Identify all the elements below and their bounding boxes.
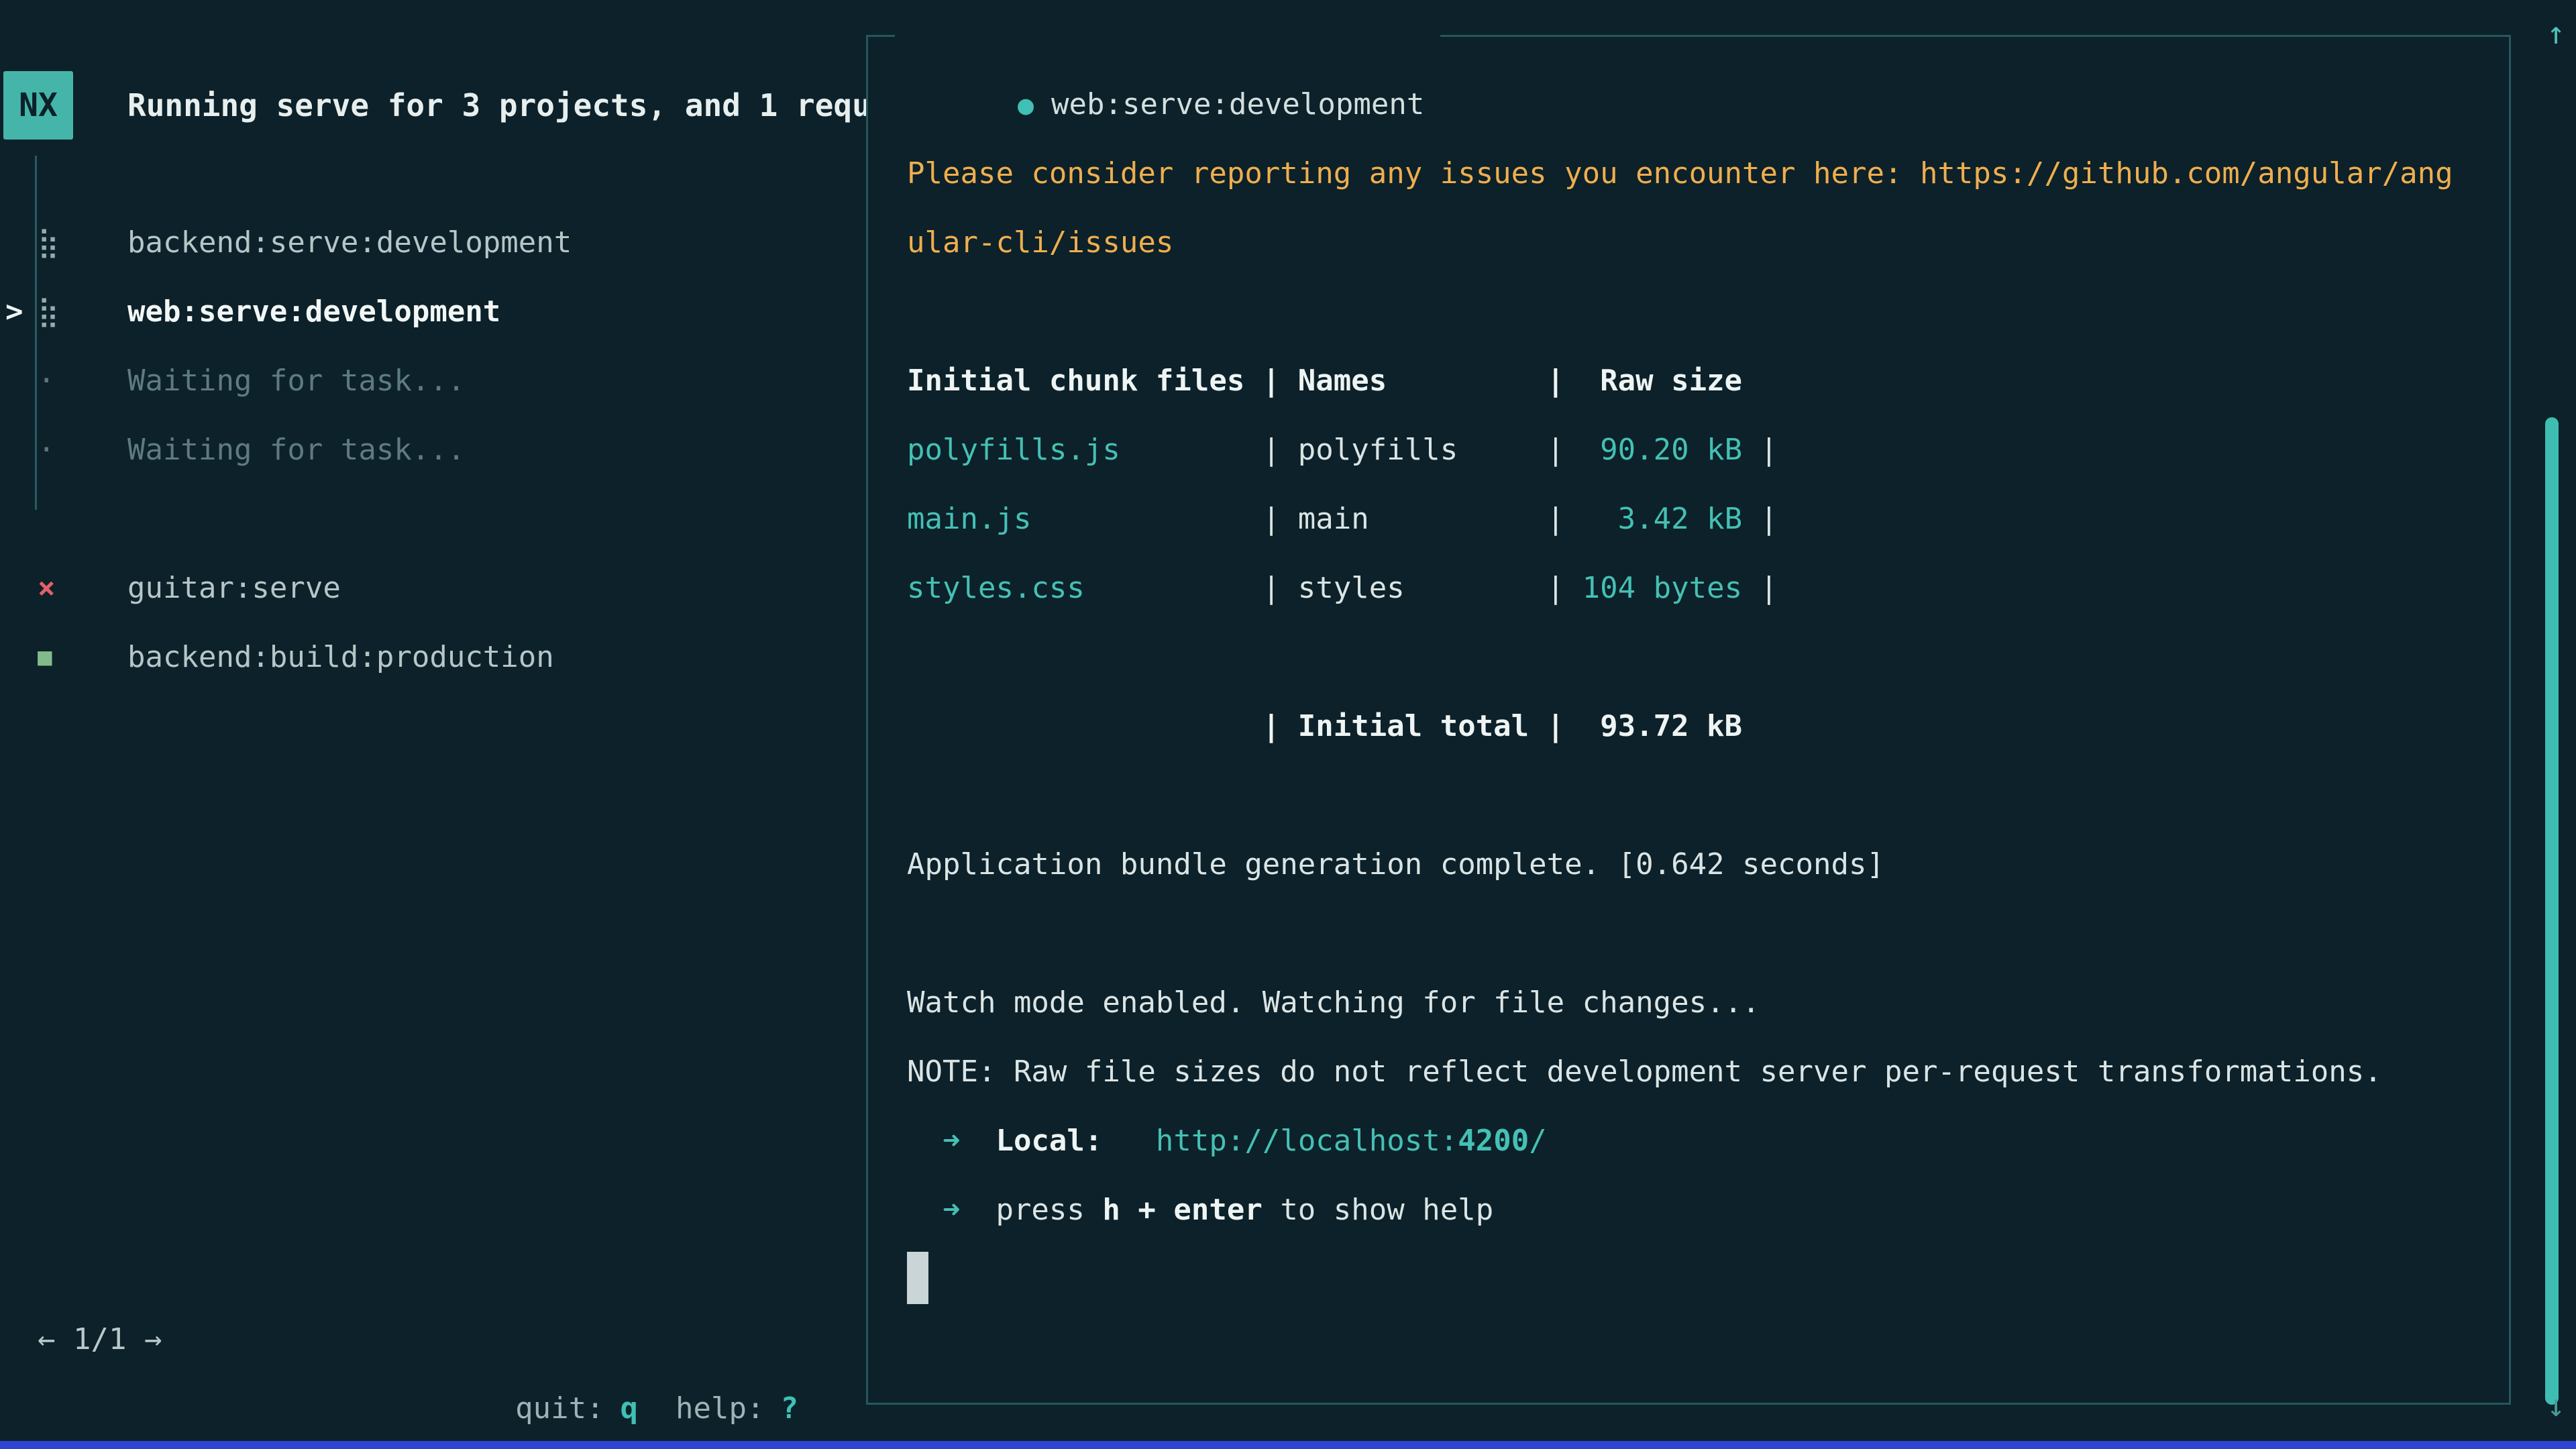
- panel-title: ●web:serve:development: [895, 2, 1440, 70]
- output-segment: |: [1547, 571, 1582, 605]
- quit-label: quit:: [515, 1391, 604, 1426]
- output-segment: |: [1742, 433, 1778, 467]
- output-segment: Application bundle generation complete. …: [907, 847, 1884, 881]
- sidebar-title: Running serve for 3 projects, and 1 requ: [127, 71, 871, 140]
- output-line: [907, 1244, 2489, 1313]
- output-line: Initial chunk files | Names | Raw size: [907, 346, 2489, 415]
- waiting-icon: ·: [38, 415, 56, 484]
- task-label: guitar:serve: [127, 553, 341, 623]
- nx-terminal-ui: NX Running serve for 3 projects, and 1 r…: [0, 0, 2576, 1449]
- output-line: polyfills.js | polyfills | 90.20 kB |: [907, 415, 2489, 484]
- output-line: Watch mode enabled. Watching for file ch…: [907, 968, 2489, 1037]
- output-line: NOTE: Raw file sizes do not reflect deve…: [907, 1037, 2489, 1106]
- success-icon: ■: [38, 623, 52, 692]
- output-segment: ➜: [907, 1193, 996, 1227]
- help-label: help:: [676, 1391, 764, 1426]
- scroll-down-icon[interactable]: ↓: [2546, 1375, 2565, 1436]
- task-label: backend:build:production: [127, 623, 554, 692]
- output-segment: Local:: [996, 1124, 1102, 1158]
- panel-output: Please consider reporting any issues you…: [907, 139, 2489, 1313]
- output-segment: main.js: [907, 502, 1263, 536]
- output-segment: to show help: [1263, 1193, 1493, 1227]
- selected-pointer-icon: >: [5, 277, 23, 346]
- output-segment: main: [1298, 502, 1547, 536]
- task-label: web:serve:development: [127, 277, 500, 346]
- output-segment: ular-cli/issues: [907, 225, 1173, 260]
- sidebar: NX Running serve for 3 projects, and 1 r…: [0, 0, 865, 1449]
- output-segment: |: [1263, 433, 1298, 467]
- output-segment: polyfills: [1298, 433, 1547, 467]
- task-item-waiting-for-task[interactable]: · Waiting for task...: [0, 346, 865, 415]
- output-line: ➜ press h + enter to show help: [907, 1175, 2489, 1244]
- output-panel: ● web:serve:development Please consider r…: [866, 35, 2511, 1405]
- output-segment: http://localhost:: [1156, 1124, 1458, 1158]
- output-line: main.js | main | 3.42 kB |: [907, 484, 2489, 553]
- output-segment: [1102, 1124, 1155, 1158]
- output-line: [907, 761, 2489, 830]
- output-segment: 90.20 kB: [1582, 433, 1742, 467]
- failed-icon: ×: [38, 553, 56, 623]
- spinner-icon: ⣷: [38, 277, 59, 346]
- output-line: | Initial total | 93.72 kB: [907, 692, 2489, 761]
- output-line: ular-cli/issues: [907, 208, 2489, 277]
- hotkey-hints: quit:qhelp:?: [373, 1305, 798, 1374]
- scrollbar-thumb[interactable]: [2545, 417, 2559, 1405]
- pagination[interactable]: ← 1/1 →: [38, 1305, 162, 1374]
- sidebar-footer: ← 1/1 → quit:qhelp:?: [38, 1305, 798, 1374]
- task-item-web-serve-development[interactable]: >⣷ web:serve:development: [0, 277, 865, 346]
- output-segment: |: [1547, 433, 1582, 467]
- panel-title-text: web:serve:development: [1051, 87, 1424, 121]
- task-label: backend:serve:development: [127, 208, 572, 277]
- output-segment: Initial chunk files | Names | Raw size: [907, 364, 1742, 398]
- task-item-guitar-serve[interactable]: × guitar:serve: [0, 553, 865, 623]
- task-label: Waiting for task...: [127, 415, 465, 484]
- output-segment: 3.42 kB: [1582, 502, 1742, 536]
- output-segment: 4200: [1458, 1124, 1529, 1158]
- nx-logo: NX: [3, 71, 73, 140]
- active-task-bullet-icon: ●: [1018, 90, 1034, 121]
- task-list-spacer: [0, 484, 865, 553]
- output-segment: ➜: [907, 1124, 996, 1158]
- output-segment: NOTE: Raw file sizes do not reflect deve…: [907, 1055, 2382, 1089]
- output-segment: |: [1547, 502, 1582, 536]
- output-segment: |: [1742, 571, 1778, 605]
- output-segment: |: [1742, 502, 1778, 536]
- output-line: [907, 899, 2489, 968]
- output-segment: Watch mode enabled. Watching for file ch…: [907, 985, 1760, 1020]
- waiting-icon: ·: [38, 346, 56, 415]
- output-segment: 104 bytes: [1582, 571, 1742, 605]
- task-item-waiting-for-task[interactable]: · Waiting for task...: [0, 415, 865, 484]
- terminal-cursor: [907, 1252, 928, 1304]
- output-segment: | Initial total | 93.72 kB: [907, 709, 1742, 743]
- task-list: ⣷ backend:serve:development >⣷ web:serve:de…: [0, 208, 865, 692]
- bottom-edge-strip: [0, 1441, 2576, 1449]
- output-segment: styles.css: [907, 571, 1263, 605]
- output-segment: press: [996, 1193, 1102, 1227]
- output-line: ➜ Local: http://localhost:4200/: [907, 1106, 2489, 1175]
- output-segment: |: [1263, 502, 1298, 536]
- output-segment: Please consider reporting any issues you…: [907, 156, 2453, 191]
- scroll-up-icon[interactable]: ↑: [2546, 3, 2565, 63]
- spinner-icon: ⣷: [38, 208, 59, 277]
- output-segment: /: [1529, 1124, 1547, 1158]
- output-line: Please consider reporting any issues you…: [907, 139, 2489, 208]
- help-key[interactable]: ?: [781, 1391, 799, 1426]
- output-line: [907, 277, 2489, 346]
- output-line: Application bundle generation complete. …: [907, 830, 2489, 899]
- output-segment: polyfills.js: [907, 433, 1263, 467]
- output-segment: h + enter: [1102, 1193, 1262, 1227]
- quit-key[interactable]: q: [621, 1391, 639, 1426]
- task-item-backend-build-production[interactable]: ■ backend:build:production: [0, 623, 865, 692]
- output-line: styles.css | styles | 104 bytes |: [907, 553, 2489, 623]
- task-item-backend-serve-development[interactable]: ⣷ backend:serve:development: [0, 208, 865, 277]
- output-segment: |: [1263, 571, 1298, 605]
- task-label: Waiting for task...: [127, 346, 465, 415]
- output-line: [907, 623, 2489, 692]
- output-segment: styles: [1298, 571, 1547, 605]
